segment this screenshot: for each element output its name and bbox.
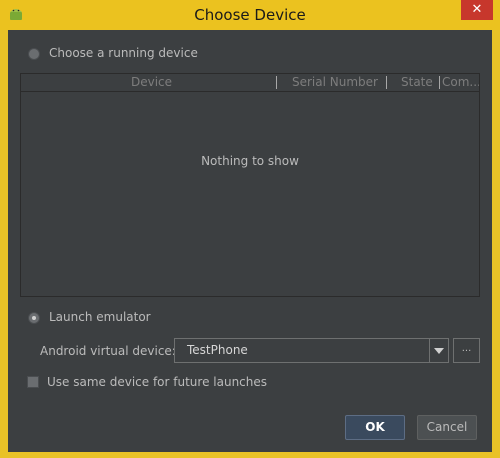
column-divider	[276, 76, 277, 89]
column-com[interactable]: Com...	[442, 75, 479, 89]
avd-select-value: TestPhone	[187, 343, 248, 357]
device-table: Device Serial Number State Com... Nothin…	[20, 73, 480, 297]
launch-emulator-radio[interactable]	[28, 312, 40, 324]
cancel-button[interactable]: Cancel	[417, 415, 477, 440]
close-button[interactable]: ✕	[461, 0, 493, 20]
chevron-down-icon[interactable]	[429, 339, 448, 362]
column-state[interactable]: State	[401, 75, 433, 89]
column-divider	[439, 76, 440, 89]
column-serial-number[interactable]: Serial Number	[292, 75, 378, 89]
empty-table-message: Nothing to show	[201, 154, 299, 168]
dialog-body: Choose a running device Device Serial Nu…	[8, 30, 492, 452]
launch-emulator-label[interactable]: Launch emulator	[49, 310, 151, 324]
same-device-label[interactable]: Use same device for future launches	[47, 375, 267, 389]
column-divider	[386, 76, 387, 89]
ok-button[interactable]: OK	[345, 415, 405, 440]
avd-label: Android virtual device:	[40, 344, 176, 358]
column-device[interactable]: Device	[131, 75, 172, 89]
avd-browse-button[interactable]: ...	[453, 338, 480, 363]
choose-running-device-label[interactable]: Choose a running device	[49, 46, 198, 60]
title-bar: Choose Device ✕	[0, 0, 500, 30]
device-table-header: Device Serial Number State Com...	[21, 74, 479, 92]
same-device-checkbox[interactable]	[27, 376, 39, 388]
choose-running-device-radio[interactable]	[28, 48, 40, 60]
avd-select[interactable]: TestPhone	[174, 338, 449, 363]
window-title: Choose Device	[194, 6, 306, 24]
